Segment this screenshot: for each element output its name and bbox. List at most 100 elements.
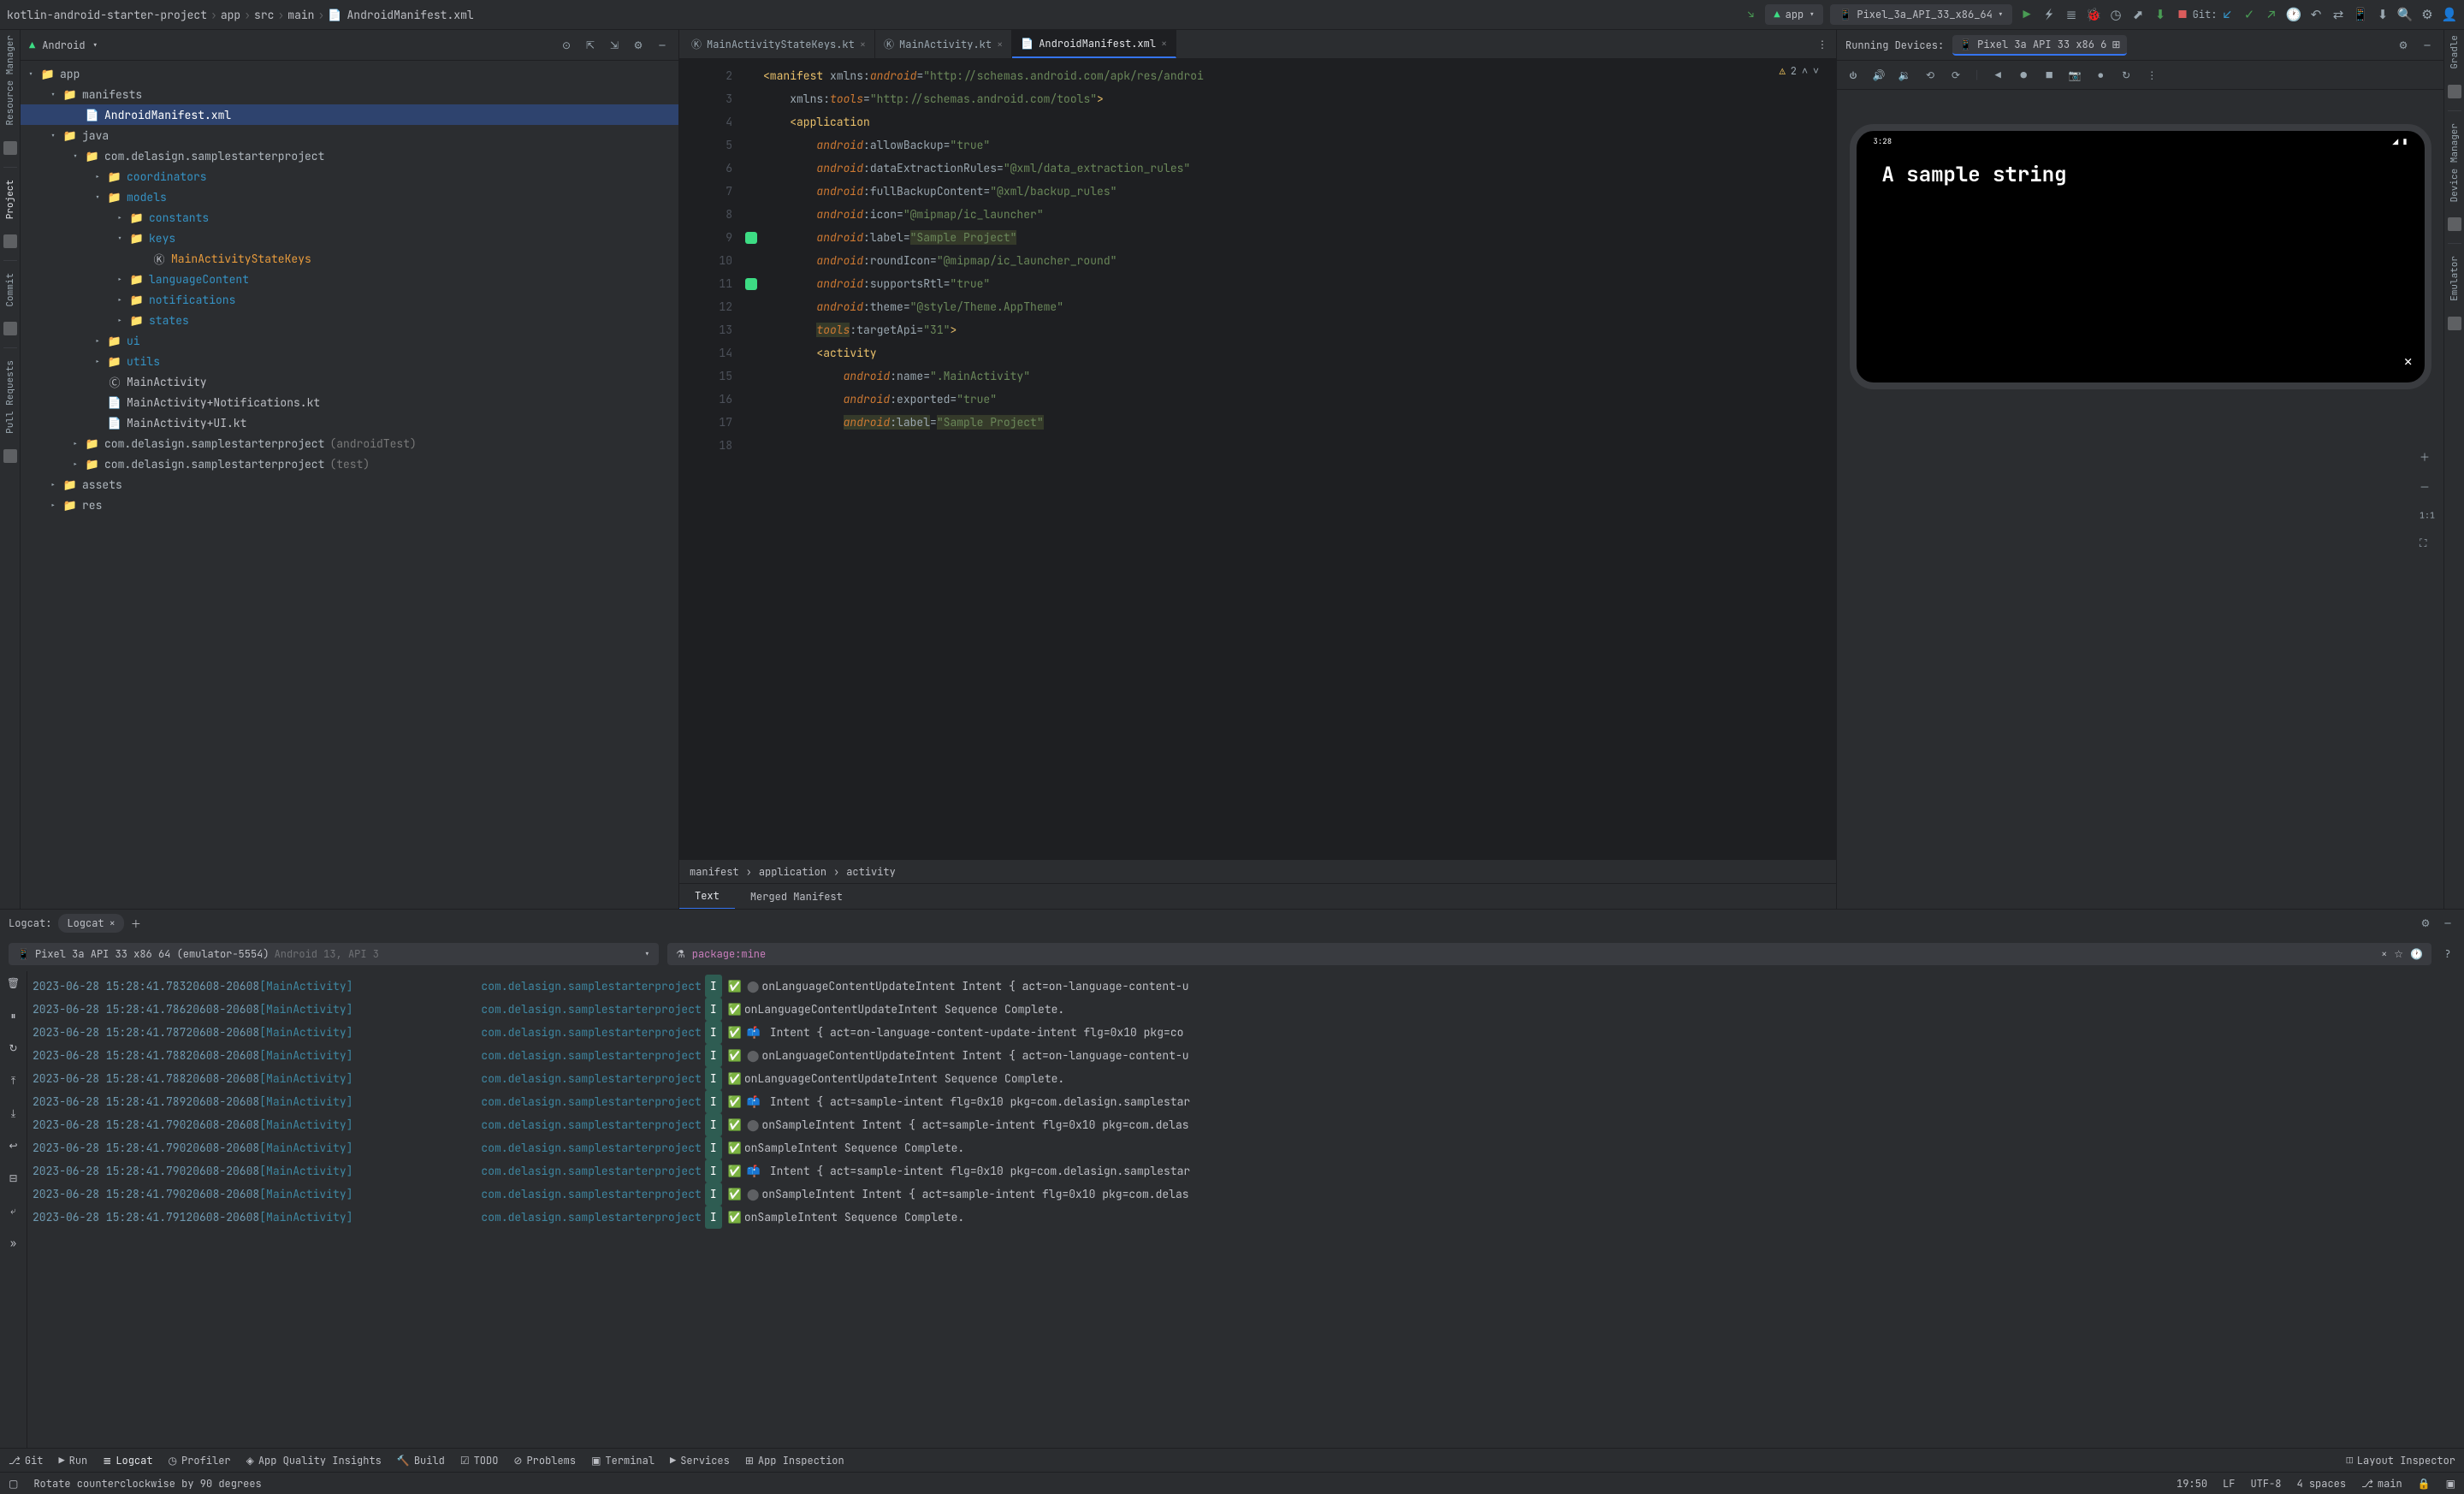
device-manager-icon[interactable]: 📱 (2353, 7, 2368, 22)
collapse-icon[interactable]: ⇲ (607, 38, 622, 53)
emulator-screen[interactable]: 3:28 ◢ ▮ A sample string ✕ (1850, 124, 2431, 389)
bottom-tool-app-inspection[interactable]: ⊞ App Inspection (745, 1454, 844, 1467)
rail-icon[interactable] (3, 449, 17, 463)
tabs-more-icon[interactable]: ⋮ (1809, 38, 1836, 51)
tree-arrow-icon[interactable]: ▾ (48, 130, 58, 141)
bottom-tool-git[interactable]: ⎇ Git (9, 1454, 43, 1467)
restart-icon[interactable]: ↻ (9, 1041, 17, 1055)
tree-arrow-icon[interactable]: ▾ (26, 68, 36, 80)
tree-arrow-icon[interactable]: ▸ (48, 479, 58, 490)
nav-down-icon[interactable]: ˅ (1813, 64, 1819, 78)
close-icon[interactable]: × (110, 916, 116, 930)
minimize-icon[interactable]: — (654, 38, 670, 53)
gear-icon[interactable]: ⚙ (2396, 38, 2411, 53)
android-gutter-icon[interactable] (745, 278, 757, 290)
logcat-device-dropdown[interactable]: 📱 Pixel 3a API 33 x86 64 (emulator-5554)… (9, 943, 659, 965)
star-icon[interactable]: ☆ (2394, 947, 2403, 961)
code-content[interactable]: <manifest xmlns:android="http://schemas.… (763, 59, 1836, 859)
bc-item[interactable]: activity (846, 865, 896, 879)
close-icon[interactable]: × (1161, 37, 1167, 50)
chevron-down-icon[interactable]: ▾ (92, 39, 98, 52)
rail-resource-manager[interactable]: Resource Manager (4, 35, 16, 126)
layout-inspector-button[interactable]: ◫ Layout Inspector (2347, 1454, 2455, 1467)
bottom-tool-build[interactable]: 🔨 Build (397, 1454, 445, 1467)
bottom-tool-profiler[interactable]: ◷ Profiler (169, 1454, 231, 1467)
rail-icon[interactable] (2448, 217, 2461, 231)
minimize-icon[interactable]: — (2440, 916, 2455, 931)
soft-wrap-icon[interactable]: ⤶ (10, 1204, 16, 1218)
nav-up-icon[interactable]: ˄ (1802, 64, 1808, 78)
code-editor[interactable]: 23456789101112131415161718 <manifest xml… (679, 59, 1836, 859)
tree-row[interactable]: ▾📁java (21, 125, 678, 145)
log-line[interactable]: 2023-06-28 15:28:41.786 20608-20608 [Mai… (33, 998, 2459, 1021)
tree-arrow-icon[interactable]: ▸ (115, 212, 125, 223)
tree-arrow-icon[interactable]: ▸ (70, 438, 80, 449)
project-tree[interactable]: ▾📁app▾📁manifests📄AndroidManifest.xml▾📁ja… (21, 61, 678, 909)
tree-row[interactable]: ▾📁app (21, 63, 678, 84)
profile-button[interactable]: ◷ (2108, 7, 2123, 22)
tree-row[interactable]: ▾📁keys (21, 228, 678, 248)
screenshot-icon[interactable]: 📷 (2067, 68, 2082, 83)
log-line[interactable]: 2023-06-28 15:28:41.783 20608-20608 [Mai… (33, 975, 2459, 998)
log-line[interactable]: 2023-06-28 15:28:41.788 20608-20608 [Mai… (33, 1067, 2459, 1090)
git-push-icon[interactable]: ↗ (2264, 7, 2279, 22)
rail-icon[interactable] (3, 234, 17, 248)
tree-row[interactable]: ▾📁manifests (21, 84, 678, 104)
bottom-tool-logcat[interactable]: ≣ Logcat (103, 1454, 152, 1467)
git-branch[interactable]: ⎇ main (2361, 1477, 2402, 1491)
rail-emulator[interactable]: Emulator (2449, 256, 2461, 301)
tree-row[interactable]: ▾📁models (21, 187, 678, 207)
tree-arrow-icon[interactable]: ▸ (115, 274, 125, 285)
target-icon[interactable]: ⊙ (559, 38, 574, 53)
rail-icon[interactable] (2448, 317, 2461, 330)
tree-row[interactable]: ▸📁com.delasign.samplestarterproject (and… (21, 433, 678, 454)
bottom-tool-app-quality-insights[interactable]: ◈ App Quality Insights (246, 1454, 382, 1467)
tree-row[interactable]: ▾📁com.delasign.samplestarterproject (21, 145, 678, 166)
power-icon[interactable]: ⏻ (1845, 68, 1861, 83)
logcat-tab[interactable]: Logcat × (58, 914, 123, 933)
rail-device-manager[interactable]: Device Manager (2449, 123, 2461, 202)
log-line[interactable]: 2023-06-28 15:28:41.790 20608-20608 [Mai… (33, 1159, 2459, 1183)
volume-up-icon[interactable]: 🔊 (1871, 68, 1886, 83)
clear-icon[interactable]: × (2381, 947, 2387, 961)
debug-button[interactable]: 🐞 (2086, 7, 2101, 22)
gear-icon[interactable]: ⚙ (2418, 916, 2433, 931)
git-commit-icon[interactable]: ✓ (2242, 7, 2257, 22)
tree-arrow-icon[interactable]: ▸ (115, 315, 125, 326)
history-icon[interactable]: 🕐 (2410, 947, 2423, 961)
zoom-in-icon[interactable]: ＋ (2420, 449, 2435, 464)
rotate-left-icon[interactable]: ⟲ (1922, 68, 1938, 83)
pause-icon[interactable]: ⏸ (10, 1009, 15, 1023)
device-dropdown[interactable]: 📱 Pixel_3a_API_33_x86_64 ▾ (1830, 4, 2012, 25)
more-icon[interactable]: ⋮ (2144, 68, 2159, 83)
tree-arrow-icon[interactable]: ▾ (48, 89, 58, 100)
settings-icon[interactable]: ⚙ (2420, 7, 2435, 22)
zoom-fit-icon[interactable]: 1:1 (2420, 509, 2435, 520)
tree-arrow-icon[interactable]: ▸ (48, 500, 58, 511)
logcat-filter-input[interactable]: ⚗ package:mine × ☆ 🕐 (667, 943, 2431, 965)
back-icon[interactable]: ◀ (1990, 68, 2005, 83)
breadcrumb-item[interactable]: main (287, 8, 314, 22)
lock-icon[interactable]: 🔒 (2418, 1477, 2431, 1491)
volume-down-icon[interactable]: 🔉 (1897, 68, 1912, 83)
manifest-sub-tab[interactable]: Merged Manifest (735, 885, 858, 909)
avatar[interactable]: 👤 (2442, 7, 2457, 22)
device-tab[interactable]: 📱 Pixel 3a API 33 x86 6 ⊞ (1952, 35, 2127, 56)
bc-item[interactable]: application (759, 865, 826, 879)
chevron-icon[interactable]: » (10, 1236, 16, 1250)
tree-arrow-icon[interactable]: ▾ (70, 151, 80, 162)
editor-tab[interactable]: ⓀMainActivity.kt× (875, 30, 1012, 58)
breadcrumb-item[interactable]: AndroidManifest.xml (346, 8, 473, 22)
undo-icon[interactable]: ↶ (2308, 7, 2324, 22)
scroll-top-icon[interactable]: ⤒ (11, 1074, 15, 1088)
run-configuration-dropdown[interactable]: ▲ app ▾ (1765, 4, 1823, 25)
home-icon[interactable]: ● (2016, 68, 2031, 83)
manifest-sub-tab[interactable]: Text (679, 884, 735, 910)
tree-row[interactable]: ▸📁notifications (21, 289, 678, 310)
stop-button[interactable]: ■ (2175, 7, 2190, 22)
bottom-tool-services[interactable]: ▶ Services (670, 1454, 730, 1467)
tree-row[interactable]: ⓀMainActivityStateKeys (21, 248, 678, 269)
add-tab-icon[interactable]: ＋ (131, 916, 141, 931)
tree-row[interactable]: ▸📁languageContent (21, 269, 678, 289)
history-icon[interactable]: 🕐 (2286, 7, 2301, 22)
